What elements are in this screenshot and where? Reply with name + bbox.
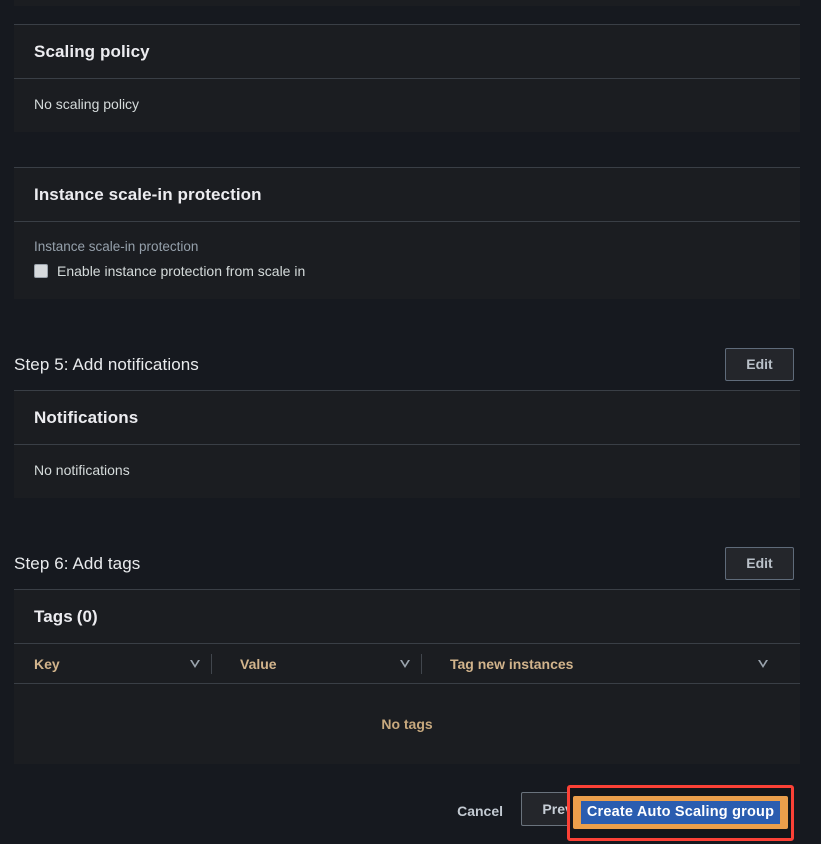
tags-header: Tags (0) — [14, 590, 800, 644]
scale-in-protection-card: Instance scale-in protection Instance sc… — [14, 167, 800, 299]
tags-column-tag-new-instances[interactable]: Tag new instances — [422, 644, 780, 684]
create-button-highlight-box: Create Auto Scaling group — [567, 785, 794, 841]
scaling-policy-body: No scaling policy — [14, 79, 800, 132]
scaling-policy-title: Scaling policy — [34, 42, 150, 61]
review-page: Scaling policy No scaling policy Instanc… — [0, 0, 821, 844]
step6-edit-button[interactable]: Edit — [725, 547, 794, 580]
footer-actions: Cancel Previous Create Auto Scaling grou… — [14, 785, 800, 841]
scale-in-protection-field-label: Instance scale-in protection — [34, 239, 199, 254]
tags-column-value-label: Value — [240, 655, 277, 672]
scaling-policy-header: Scaling policy — [14, 25, 800, 79]
step5-heading-row: Step 5: Add notifications Edit — [14, 348, 800, 388]
enable-instance-protection-row[interactable]: Enable instance protection from scale in — [34, 263, 780, 279]
sort-caret-icon[interactable] — [758, 659, 769, 668]
notifications-card: Notifications No notifications — [14, 390, 800, 498]
scale-in-protection-body: Instance scale-in protection Enable inst… — [14, 222, 800, 299]
tags-count: (0) — [76, 607, 98, 626]
create-button-label: Create Auto Scaling group — [580, 801, 781, 824]
scaling-policy-empty-text: No scaling policy — [34, 96, 140, 112]
tags-table-header-row: Key Value Tag new instances — [14, 644, 800, 684]
step5-title: Step 5: Add notifications — [14, 355, 199, 374]
tags-column-tag-new-instances-label: Tag new instances — [450, 655, 574, 672]
scale-in-protection-header: Instance scale-in protection — [14, 168, 800, 222]
notifications-header: Notifications — [14, 391, 800, 445]
enable-instance-protection-label: Enable instance protection from scale in — [57, 263, 306, 279]
sort-caret-icon[interactable] — [400, 659, 411, 668]
tags-column-key-label: Key — [34, 655, 60, 672]
sort-caret-icon[interactable] — [190, 659, 201, 668]
tags-empty-text: No tags — [381, 716, 433, 732]
tags-column-key[interactable]: Key — [34, 644, 212, 684]
notifications-empty-text: No notifications — [34, 462, 130, 478]
notifications-body: No notifications — [14, 445, 800, 498]
scaling-policy-card: Scaling policy No scaling policy — [14, 24, 800, 132]
step6-title: Step 6: Add tags — [14, 554, 141, 573]
tags-card: Tags (0) Key Value Tag new instances No … — [14, 589, 800, 764]
cancel-button[interactable]: Cancel — [453, 798, 507, 824]
create-auto-scaling-group-button[interactable]: Create Auto Scaling group — [573, 796, 788, 829]
notifications-title: Notifications — [34, 408, 139, 427]
step6-heading-row: Step 6: Add tags Edit — [14, 547, 800, 587]
scale-in-protection-title: Instance scale-in protection — [34, 185, 262, 204]
tags-table-empty-row: No tags — [14, 684, 800, 764]
enable-instance-protection-checkbox[interactable] — [34, 264, 48, 278]
step5-edit-button[interactable]: Edit — [725, 348, 794, 381]
previous-card-remnant — [14, 0, 800, 6]
tags-column-value[interactable]: Value — [212, 644, 422, 684]
tags-title: Tags — [34, 607, 73, 626]
